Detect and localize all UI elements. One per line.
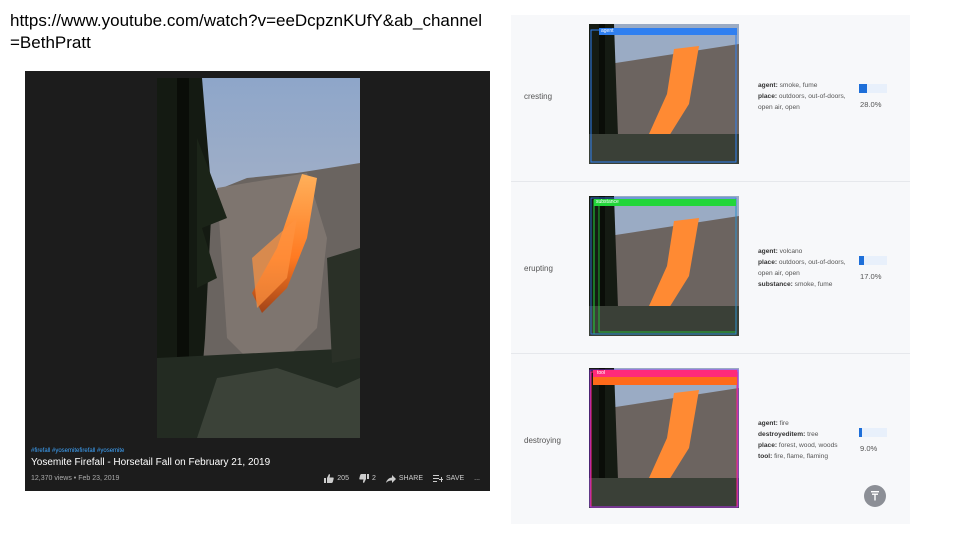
role-line: place: outdoors, out-of-doors, open air,…	[758, 257, 854, 279]
verb-label: cresting	[524, 92, 553, 101]
score-bar-fill	[859, 84, 867, 93]
role-name: substance:	[758, 281, 793, 288]
role-line: agent: smoke, fume	[758, 80, 854, 91]
score-text: 17.0%	[860, 272, 882, 281]
thumbnail-image	[589, 196, 739, 336]
video-title: Yosemite Firefall - Horsetail Fall on Fe…	[31, 457, 271, 468]
role-value: volcano	[777, 248, 803, 255]
role-name: agent:	[758, 420, 778, 427]
role-line: place: forest, wood, woods	[758, 440, 854, 451]
more-button[interactable]: ...	[474, 475, 480, 482]
role-line: destroyeditem: tree	[758, 429, 854, 440]
role-line: substance: smoke, fume	[758, 279, 854, 290]
firefall-video-frame	[157, 78, 360, 438]
role-name: agent:	[758, 248, 778, 255]
thumbnail-image	[589, 24, 739, 164]
thumbs-up-icon	[324, 474, 334, 483]
share-button[interactable]: SHARE	[385, 474, 423, 483]
role-line: agent: volcano	[758, 246, 854, 257]
role-line: place: outdoors, out-of-doors, open air,…	[758, 91, 854, 113]
source-url: https://www.youtube.com/watch?v=eeDcpznK…	[10, 11, 483, 52]
thumbnail-image	[589, 368, 739, 508]
verb-label: destroying	[524, 436, 561, 445]
role-value: fire, flame, flaming	[772, 453, 828, 460]
role-value: forest, wood, woods	[777, 442, 838, 449]
verb-label: erupting	[524, 264, 553, 273]
role-value: smoke, fume	[777, 82, 818, 89]
scroll-top-icon	[871, 491, 879, 501]
score-bar-fill	[859, 428, 862, 437]
more-icon: ...	[474, 475, 480, 482]
video-hashtags[interactable]: #firefall #yosemitefirefall #yosemite	[31, 448, 124, 454]
result-thumbnail[interactable]: agent	[589, 24, 739, 164]
video-actions: 205 2 SHARE SAVE ...	[324, 474, 480, 483]
result-thumbnail[interactable]: tool	[589, 368, 739, 508]
role-name: place:	[758, 259, 778, 266]
box-label: tool	[597, 370, 606, 376]
scroll-top-button[interactable]	[864, 485, 886, 507]
share-label: SHARE	[398, 475, 423, 482]
roles-list: agent: smoke, fume place: outdoors, out-…	[758, 80, 854, 113]
row-divider	[511, 181, 910, 182]
score-text: 9.0%	[860, 444, 878, 453]
youtube-panel: #firefall #yosemitefirefall #yosemite Yo…	[25, 71, 490, 491]
like-count: 205	[337, 475, 349, 482]
score-bar	[859, 256, 887, 265]
save-button[interactable]: SAVE	[433, 474, 465, 483]
roles-list: agent: fire destroyeditem: tree place: f…	[758, 418, 854, 462]
row-divider	[511, 353, 910, 354]
role-name: agent:	[758, 82, 778, 89]
role-name: place:	[758, 93, 778, 100]
role-line: tool: fire, flame, flaming	[758, 451, 854, 462]
roles-list: agent: volcano place: outdoors, out-of-d…	[758, 246, 854, 290]
role-value: smoke, fume	[792, 281, 833, 288]
share-icon	[385, 474, 396, 483]
score-bar	[859, 84, 887, 93]
save-label: SAVE	[446, 475, 465, 482]
video-meta: 12,370 views • Feb 23, 2019	[31, 475, 120, 482]
results-panel: cresting agent agent: smoke, fume place:…	[511, 15, 910, 524]
video-player[interactable]	[157, 78, 360, 438]
role-name: tool:	[758, 453, 773, 460]
dislike-count: 2	[371, 475, 376, 482]
box-label: agent	[601, 28, 614, 34]
role-value: fire	[777, 420, 789, 427]
box-label: substance	[596, 199, 619, 205]
role-name: destroyeditem:	[758, 431, 806, 438]
result-thumbnail[interactable]: substance	[589, 196, 739, 336]
score-text: 28.0%	[860, 100, 882, 109]
save-icon	[433, 474, 443, 482]
dislike-button[interactable]: 2	[359, 474, 376, 483]
role-name: place:	[758, 442, 778, 449]
role-line: agent: fire	[758, 418, 854, 429]
thumbs-down-icon	[359, 474, 369, 483]
score-bar-fill	[859, 256, 864, 265]
role-value: tree	[805, 431, 819, 438]
score-bar	[859, 428, 887, 437]
like-button[interactable]: 205	[324, 474, 349, 483]
